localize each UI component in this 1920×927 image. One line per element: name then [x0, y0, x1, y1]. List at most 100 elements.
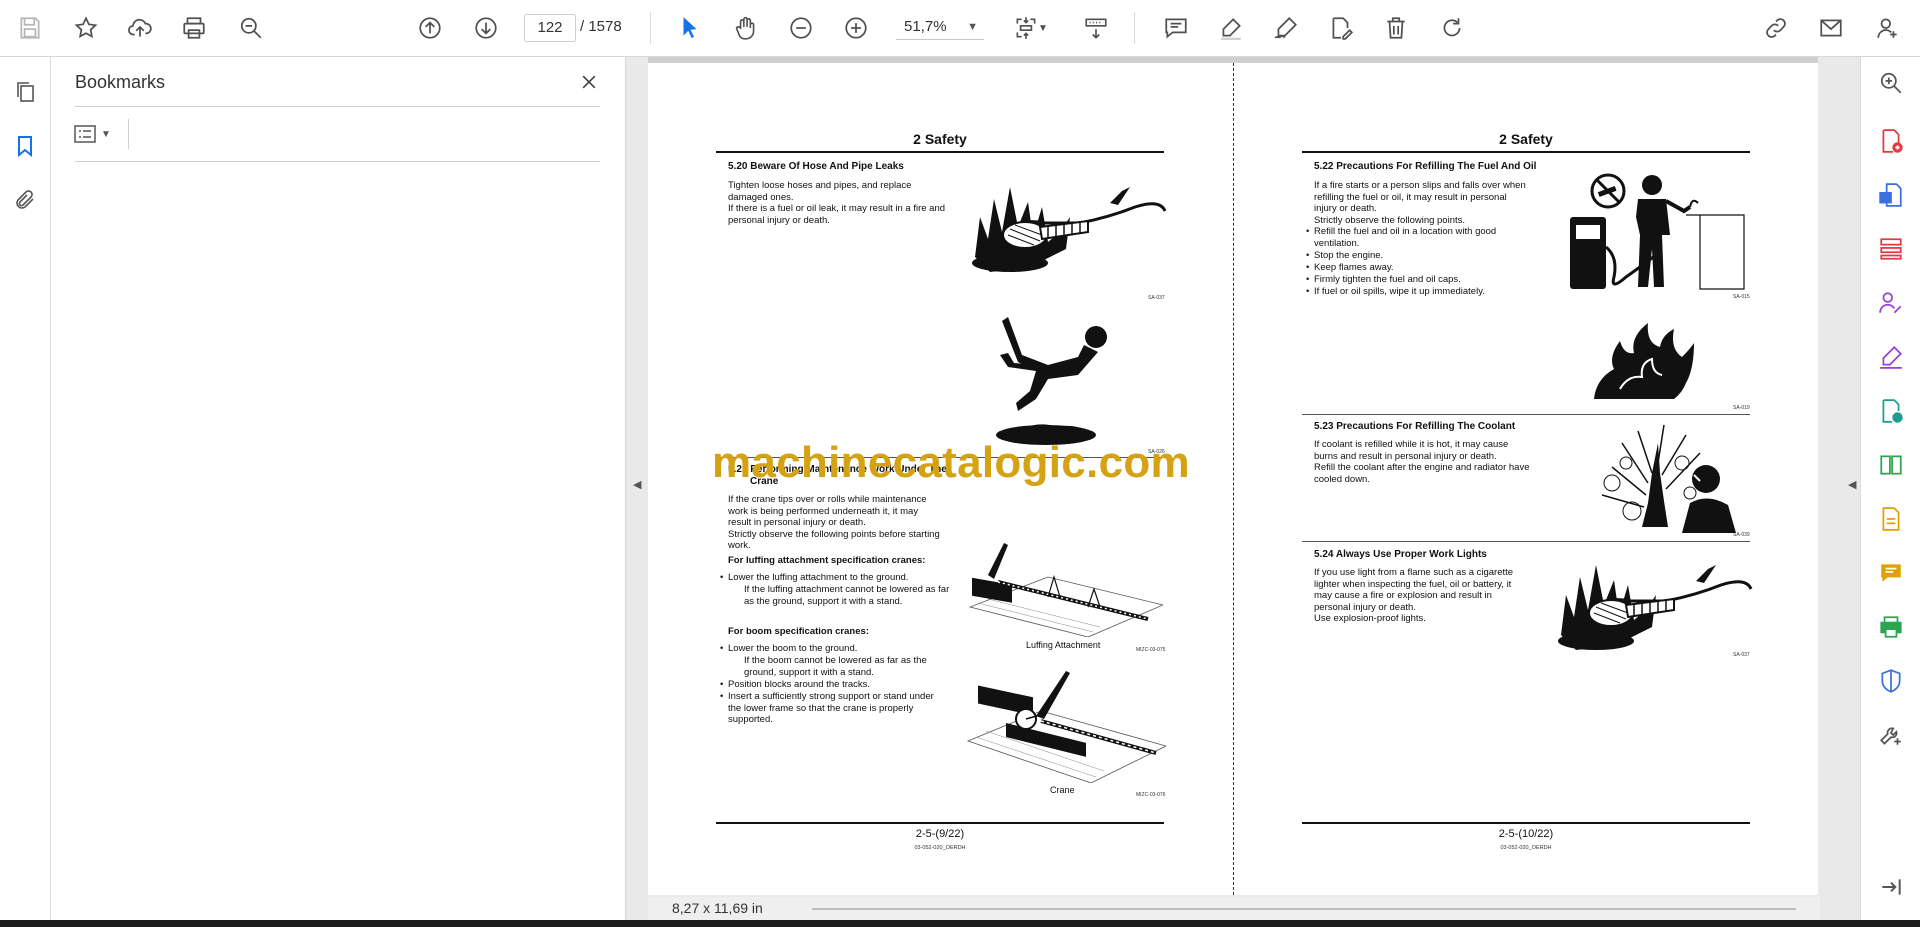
scroll-mode-icon[interactable]: [1080, 12, 1112, 44]
image-code: SA-037: [1733, 652, 1750, 658]
refueling-illustration: [1570, 173, 1745, 290]
redo-icon[interactable]: [1436, 12, 1468, 44]
find-zoom-icon[interactable]: [235, 12, 267, 44]
edit-document-icon[interactable]: [1325, 12, 1357, 44]
add-user-share-icon[interactable]: [1872, 12, 1904, 44]
chevron-down-icon: ▼: [101, 128, 111, 140]
zoom-level-select[interactable]: 51,7% ▼: [896, 14, 984, 40]
right-page-header: 2 Safety: [1499, 131, 1553, 147]
save-icon[interactable]: [14, 12, 46, 44]
trash-icon[interactable]: [1380, 12, 1412, 44]
previous-page-icon[interactable]: [414, 12, 446, 44]
flame-illustration: [1594, 323, 1694, 399]
list-options-icon: [74, 125, 96, 143]
open-flame-work-light-illustration: [1558, 565, 1753, 650]
left-page-number: 2-5-(9/22): [915, 828, 965, 840]
bookmark-options-button[interactable]: ▼: [73, 119, 125, 149]
image-code: SA-039: [1733, 532, 1750, 538]
attachment-paperclip-icon[interactable]: [10, 185, 40, 215]
section-5-21-body: If the crane tips over or rolls while ma…: [728, 494, 940, 552]
request-signatures-icon[interactable]: [1877, 289, 1905, 317]
page-thumbnails-icon[interactable]: [10, 77, 40, 107]
spread-divider: [1233, 63, 1234, 895]
taskbar-edge: [0, 920, 1920, 927]
section-rule: [1302, 414, 1750, 415]
protect-shield-icon[interactable]: [1877, 667, 1905, 695]
page-total-label: / 1578: [580, 18, 622, 35]
compare-files-icon[interactable]: [1877, 451, 1905, 479]
page-number-input[interactable]: 122: [524, 14, 576, 42]
zoom-in-icon[interactable]: [840, 12, 872, 44]
image-code: SA-037: [1148, 295, 1165, 301]
collapse-left-panel-icon[interactable]: ◀: [633, 478, 645, 494]
close-icon[interactable]: [576, 69, 602, 95]
luffing-attachment-illustration: [968, 543, 1163, 637]
section-5-22-body: If a fire starts or a person slips and f…: [1314, 180, 1526, 226]
document-viewport[interactable]: 2 Safety 5.20 Beware Of Hose And Pipe Le…: [648, 57, 1820, 920]
export-pdf-icon[interactable]: [1877, 181, 1905, 209]
section-5-24-title: 5.24 Always Use Proper Work Lights: [1314, 549, 1487, 560]
more-tools-icon[interactable]: [1877, 721, 1905, 749]
boom-subpoint: If the boom cannot be lowered as far as …: [744, 655, 927, 678]
main-toolbar: 122 / 1578 51,7% ▼ ▼: [0, 0, 1920, 57]
send-for-review-icon[interactable]: [1877, 397, 1905, 425]
draw-sign-icon[interactable]: [1270, 12, 1302, 44]
right-page-doc-code: 03-052-020_OERDH: [1500, 845, 1552, 851]
luffing-attachment-caption: Luffing Attachment: [1026, 640, 1101, 650]
create-pdf-icon[interactable]: [1877, 127, 1905, 155]
highlight-pen-icon[interactable]: [1215, 12, 1247, 44]
search-zoom-icon[interactable]: [1877, 69, 1905, 97]
cloud-upload-icon[interactable]: [124, 12, 156, 44]
panel-divider: [128, 119, 129, 149]
toolbar-divider: [1134, 12, 1135, 44]
hot-coolant-burst-illustration: [1601, 424, 1736, 533]
print-production-icon[interactable]: [1877, 613, 1905, 641]
star-icon[interactable]: [70, 12, 102, 44]
section-5-23-body: If coolant is refilled while it is hot, …: [1314, 439, 1530, 485]
page-size-label: 8,27 x 11,69 in: [672, 900, 763, 916]
next-page-icon[interactable]: [470, 12, 502, 44]
print-icon[interactable]: [178, 12, 210, 44]
expand-panel-icon[interactable]: [1877, 873, 1905, 901]
footer-rule: [716, 822, 1164, 824]
slip-fall-illustration: [996, 317, 1107, 445]
hand-tool-icon[interactable]: [730, 12, 762, 44]
fit-options-chevron-icon[interactable]: ▼: [1036, 12, 1050, 44]
right-page-number: 2-5-(10/22): [1498, 828, 1554, 840]
zoom-level-value: 51,7%: [904, 18, 947, 35]
footer-rule: [1302, 822, 1750, 824]
luffing-subpoint: If the luffing attachment cannot be lowe…: [744, 584, 950, 607]
panel-divider: [75, 161, 600, 162]
header-rule: [716, 151, 1164, 153]
zoom-out-icon[interactable]: [785, 12, 817, 44]
image-code: SA-015: [1733, 294, 1750, 300]
left-navigation-rail: [0, 57, 51, 920]
organize-pages-icon[interactable]: [1877, 235, 1905, 263]
comment-tool-icon[interactable]: [1877, 559, 1905, 587]
collapse-right-panel-icon[interactable]: ◀: [1848, 478, 1860, 494]
watermark-text: machinecatalogic.com: [712, 438, 1190, 487]
boom-heading: For boom specification cranes:: [728, 626, 869, 637]
bookmarks-panel-title: Bookmarks: [75, 72, 166, 92]
bookmark-icon[interactable]: [10, 131, 40, 161]
right-tools-rail: [1860, 57, 1920, 920]
fill-sign-icon[interactable]: [1877, 343, 1905, 371]
section-5-24-body: If you use light from a flame such as a …: [1314, 567, 1514, 625]
image-code: MIZC-03-075: [1136, 647, 1166, 653]
left-page-doc-code: 03-052-020_OERDH: [914, 845, 966, 851]
comment-icon[interactable]: [1160, 12, 1192, 44]
crane-caption: Crane: [1050, 785, 1075, 795]
scan-ocr-icon[interactable]: [1877, 505, 1905, 533]
toolbar-divider: [650, 12, 651, 44]
document-spread: 2 Safety 5.20 Beware Of Hose And Pipe Le…: [648, 57, 1818, 895]
horizontal-scrollbar[interactable]: [812, 908, 1796, 910]
select-cursor-icon[interactable]: [674, 12, 706, 44]
email-icon[interactable]: [1815, 12, 1847, 44]
hose-leak-fire-illustration: [972, 187, 1167, 272]
section-5-22-title: 5.22 Precautions For Refilling The Fuel …: [1314, 161, 1537, 172]
panel-divider: [75, 106, 600, 107]
boom-bullet-2: Position blocks around the tracks.: [720, 679, 968, 691]
boom-bullet-1: Lower the boom to the ground.: [720, 643, 968, 655]
crane-illustration: [966, 671, 1166, 783]
share-link-icon[interactable]: [1760, 12, 1792, 44]
